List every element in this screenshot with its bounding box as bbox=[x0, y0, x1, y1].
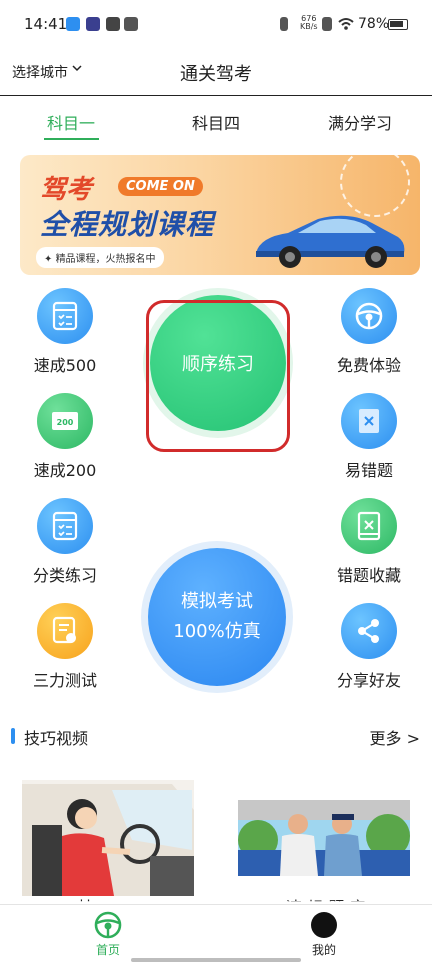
banner-badge: COME ON bbox=[118, 177, 203, 196]
app-header: 选择城市 通关驾考 bbox=[0, 50, 432, 96]
status-bar: 14:41 676 KB/s 78% bbox=[0, 0, 432, 50]
section-accent-bar bbox=[11, 728, 15, 744]
battery-icon bbox=[388, 19, 408, 30]
notification-icon-3 bbox=[106, 17, 120, 31]
banner-tag: ✦ 精品课程，火热报名中 bbox=[36, 247, 164, 268]
nav-home-label: 首页 bbox=[95, 943, 120, 957]
net-speed: 676 KB/s bbox=[300, 14, 318, 31]
checklist-icon bbox=[37, 288, 93, 344]
notification-icon-4 bbox=[124, 17, 138, 31]
grid-item-share-friends[interactable]: 分享好友 bbox=[329, 603, 409, 691]
card-200-icon: 200 bbox=[37, 393, 93, 449]
tab-full-score-study[interactable]: 满分学习 bbox=[328, 110, 392, 134]
user-icon bbox=[311, 912, 337, 938]
more-link[interactable]: 更多 > bbox=[370, 725, 421, 749]
nav-home[interactable]: 首页 bbox=[78, 911, 138, 958]
grid-item-label: 易错题 bbox=[344, 461, 393, 480]
grid-item-label: 分享好友 bbox=[336, 671, 401, 690]
steering-wheel-icon bbox=[94, 911, 122, 939]
grid-item-free-trial[interactable]: 免费体验 bbox=[329, 288, 409, 376]
mock-exam-subtitle: 100%仿真 bbox=[173, 621, 261, 642]
svg-text:200: 200 bbox=[57, 418, 74, 427]
subject-tabs: 科目一 科目四 满分学习 bbox=[0, 100, 432, 140]
tab-subject-one[interactable]: 科目一 bbox=[47, 110, 95, 134]
highlight-box bbox=[146, 300, 290, 452]
grid-item-error-prone[interactable]: 易错题 bbox=[329, 393, 409, 481]
grid-item-label: 三力测试 bbox=[32, 671, 97, 690]
gesture-home-bar[interactable] bbox=[131, 958, 301, 962]
grid-item-quick-200[interactable]: 200 速成200 bbox=[25, 393, 105, 481]
grid-item-label: 分类练习 bbox=[32, 566, 97, 585]
grid-item-label: 免费体验 bbox=[336, 356, 401, 375]
share-icon bbox=[341, 603, 397, 659]
nav-mine-label: 我的 bbox=[311, 943, 336, 957]
page-title: 通关驾考 bbox=[180, 64, 252, 85]
status-time: 14:41 bbox=[24, 15, 68, 33]
collection-icon bbox=[341, 498, 397, 554]
grid-item-label: 速成200 bbox=[33, 461, 97, 480]
notification-icon-1 bbox=[66, 17, 80, 31]
active-tab-indicator bbox=[44, 138, 99, 140]
promo-banner[interactable]: 驾考 COME ON 全程规划课程 ✦ 精品课程，火热报名中 bbox=[20, 155, 420, 275]
video-section-header: 技巧视频 更多 > bbox=[0, 722, 432, 752]
video-thumbnail-driving[interactable] bbox=[22, 780, 194, 896]
bottom-nav: 首页 我的 bbox=[0, 904, 432, 964]
video-thumbnail-police[interactable] bbox=[238, 800, 410, 876]
grid-item-wrong-collection[interactable]: 错题收藏 bbox=[329, 498, 409, 586]
banner-headline: 驾考 bbox=[40, 175, 93, 205]
battery-percent: 78% bbox=[358, 16, 390, 32]
grid-item-three-ability-test[interactable]: 三力测试 bbox=[25, 603, 105, 691]
vibrate-icon bbox=[280, 17, 288, 31]
grid-item-category-practice[interactable]: 分类练习 bbox=[25, 498, 105, 586]
mock-exam-button[interactable]: 模拟考试 100%仿真 bbox=[148, 548, 286, 686]
wifi-icon bbox=[338, 18, 354, 30]
certificate-icon bbox=[37, 603, 93, 659]
notification-icon-2 bbox=[86, 17, 100, 31]
checklist-icon bbox=[37, 498, 93, 554]
grid-item-label: 错题收藏 bbox=[336, 566, 401, 585]
nav-mine[interactable]: 我的 bbox=[294, 911, 354, 958]
error-card-icon bbox=[341, 393, 397, 449]
steering-wheel-icon bbox=[341, 288, 397, 344]
grid-item-label: 速成500 bbox=[33, 356, 97, 375]
banner-subheadline: 全程规划课程 bbox=[40, 208, 215, 241]
grid-item-quick-500[interactable]: 速成500 bbox=[25, 288, 105, 376]
section-title: 技巧视频 bbox=[24, 729, 89, 748]
mock-exam-title: 模拟考试 bbox=[181, 591, 253, 612]
sim-off-icon bbox=[322, 17, 332, 31]
car-illustration bbox=[256, 215, 405, 268]
tab-subject-four[interactable]: 科目四 bbox=[192, 110, 240, 134]
